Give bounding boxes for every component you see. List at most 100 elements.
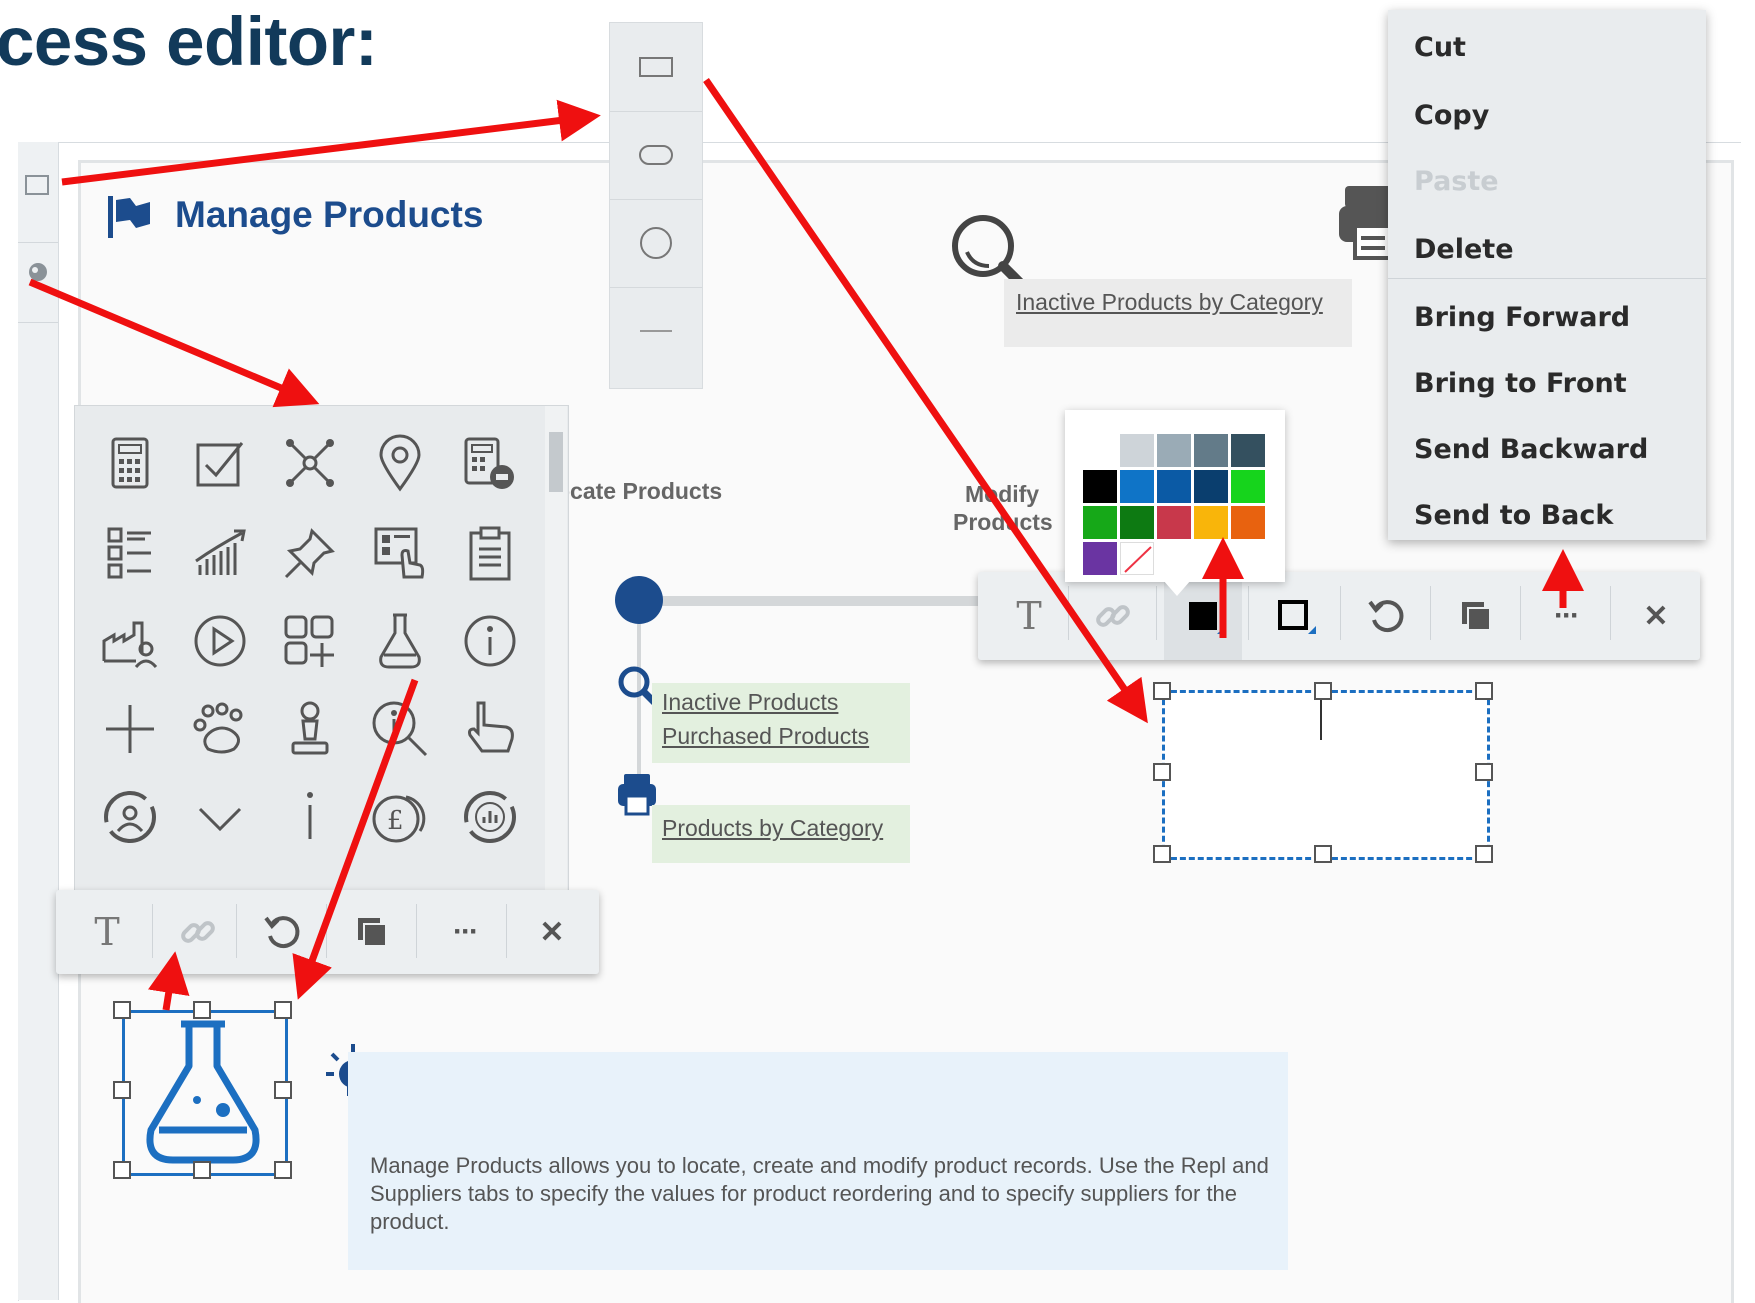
menu-item-cut[interactable]: Cut <box>1414 32 1466 63</box>
color-swatch[interactable] <box>1194 506 1228 539</box>
link-icon <box>1096 605 1130 627</box>
products-by-category-link[interactable]: Products by Category <box>662 815 883 842</box>
chevron-down-icon[interactable] <box>185 782 255 852</box>
color-swatch[interactable] <box>1083 434 1117 467</box>
no-color-swatch[interactable] <box>1120 542 1154 575</box>
clipboard-icon[interactable] <box>455 518 525 588</box>
info-search-icon[interactable] <box>365 694 435 764</box>
resize-handle[interactable] <box>193 1001 211 1019</box>
calculator-icon[interactable] <box>95 428 165 498</box>
shapes-rail-button[interactable] <box>22 172 52 198</box>
resize-handle[interactable] <box>113 1161 131 1179</box>
context-menu: Cut Copy Paste Delete Bring Forward Bring to … <box>1388 10 1706 540</box>
color-swatch[interactable] <box>1120 434 1154 467</box>
user-cycle-icon[interactable] <box>95 782 165 852</box>
close-button[interactable]: ✕ <box>1616 572 1696 660</box>
resize-handle[interactable] <box>274 1081 292 1099</box>
resize-handle[interactable] <box>1153 763 1171 781</box>
selected-rectangle-shape[interactable] <box>1162 690 1490 860</box>
plus-icon[interactable] <box>95 694 165 764</box>
line-shape-button[interactable] <box>610 287 702 375</box>
color-swatch[interactable] <box>1231 470 1265 503</box>
location-pin-icon[interactable] <box>365 428 435 498</box>
color-swatch[interactable] <box>1083 542 1117 575</box>
menu-item-bring-to-front[interactable]: Bring to Front <box>1414 368 1627 399</box>
inactive-by-category-link[interactable]: Inactive Products by Category <box>1016 289 1323 316</box>
circle-icon <box>640 227 672 259</box>
factory-user-icon[interactable] <box>95 606 165 676</box>
circle-shape-button[interactable] <box>610 199 702 288</box>
checklist-icon[interactable] <box>95 518 165 588</box>
network-icon[interactable] <box>275 428 345 498</box>
inactive-products-link[interactable]: Inactive Products <box>662 689 838 716</box>
resize-handle[interactable] <box>1314 682 1332 700</box>
color-swatch[interactable] <box>1194 434 1228 467</box>
paw-icon[interactable] <box>185 694 255 764</box>
resize-handle[interactable] <box>113 1081 131 1099</box>
text-button[interactable]: T <box>996 572 1062 660</box>
pound-coins-icon[interactable]: £ <box>365 782 435 852</box>
resize-handle[interactable] <box>1153 845 1171 863</box>
rounded-rectangle-shape-button[interactable] <box>610 111 702 200</box>
layer-button[interactable] <box>336 890 408 974</box>
menu-item-paste: Paste <box>1414 166 1499 197</box>
pointing-hand-icon[interactable] <box>455 694 525 764</box>
color-swatch[interactable] <box>1231 506 1265 539</box>
text-button[interactable]: T <box>74 890 140 974</box>
color-swatch[interactable] <box>1194 470 1228 503</box>
growth-chart-icon[interactable] <box>185 518 255 588</box>
palette-scrollbar[interactable] <box>545 406 567 891</box>
calculator-chat-icon[interactable] <box>455 428 525 498</box>
color-swatch[interactable] <box>1120 470 1154 503</box>
menu-item-send-to-back[interactable]: Send to Back <box>1414 500 1613 531</box>
border-color-button[interactable] <box>1254 572 1334 660</box>
color-swatch[interactable] <box>1083 506 1117 539</box>
color-swatch[interactable] <box>1157 506 1191 539</box>
play-icon[interactable] <box>185 606 255 676</box>
close-button[interactable]: ✕ <box>516 890 588 974</box>
more-button[interactable]: ··· <box>426 890 504 974</box>
menu-item-send-backward[interactable]: Send Backward <box>1414 434 1648 465</box>
checkbox-icon[interactable] <box>185 428 255 498</box>
flag-icon <box>106 194 156 245</box>
link-button[interactable] <box>162 890 234 974</box>
resize-handle[interactable] <box>1475 845 1493 863</box>
resize-handle[interactable] <box>1153 682 1171 700</box>
info-circle-icon[interactable] <box>455 606 525 676</box>
page-title: Manage Products <box>175 194 484 235</box>
more-button[interactable]: ··· <box>1526 572 1606 660</box>
menu-item-delete[interactable]: Delete <box>1414 234 1514 265</box>
color-swatch[interactable] <box>1231 434 1265 467</box>
reset-button[interactable] <box>246 890 318 974</box>
rotate-icon <box>264 916 300 949</box>
color-swatch[interactable] <box>1157 470 1191 503</box>
resize-handle[interactable] <box>274 1001 292 1019</box>
menu-item-bring-forward[interactable]: Bring Forward <box>1414 302 1630 333</box>
info-i-icon[interactable] <box>275 782 345 852</box>
resize-handle[interactable] <box>193 1161 211 1179</box>
resize-handle[interactable] <box>1314 845 1332 863</box>
icons-rail-button[interactable] <box>24 258 52 286</box>
layer-button[interactable] <box>1436 572 1516 660</box>
link-button[interactable] <box>1074 572 1152 660</box>
layers-icon <box>358 918 387 947</box>
purchased-products-link[interactable]: Purchased Products <box>662 723 869 750</box>
pushpin-icon[interactable] <box>275 518 345 588</box>
resize-handle[interactable] <box>274 1161 292 1179</box>
color-swatch[interactable] <box>1120 506 1154 539</box>
menu-item-copy[interactable]: Copy <box>1414 100 1489 131</box>
resize-handle[interactable] <box>1475 682 1493 700</box>
color-swatch[interactable] <box>1083 470 1117 503</box>
menu-separator <box>1388 278 1706 279</box>
reset-button[interactable] <box>1346 572 1426 660</box>
add-grid-icon[interactable] <box>275 606 345 676</box>
flask-icon[interactable] <box>365 606 435 676</box>
chess-pawn-icon[interactable] <box>275 694 345 764</box>
color-swatch[interactable] <box>1157 434 1191 467</box>
rectangle-shape-button[interactable] <box>610 23 702 112</box>
process-node[interactable] <box>615 576 663 624</box>
chart-cycle-icon[interactable] <box>455 782 525 852</box>
resize-handle[interactable] <box>113 1001 131 1019</box>
form-touch-icon[interactable] <box>365 518 435 588</box>
resize-handle[interactable] <box>1475 763 1493 781</box>
